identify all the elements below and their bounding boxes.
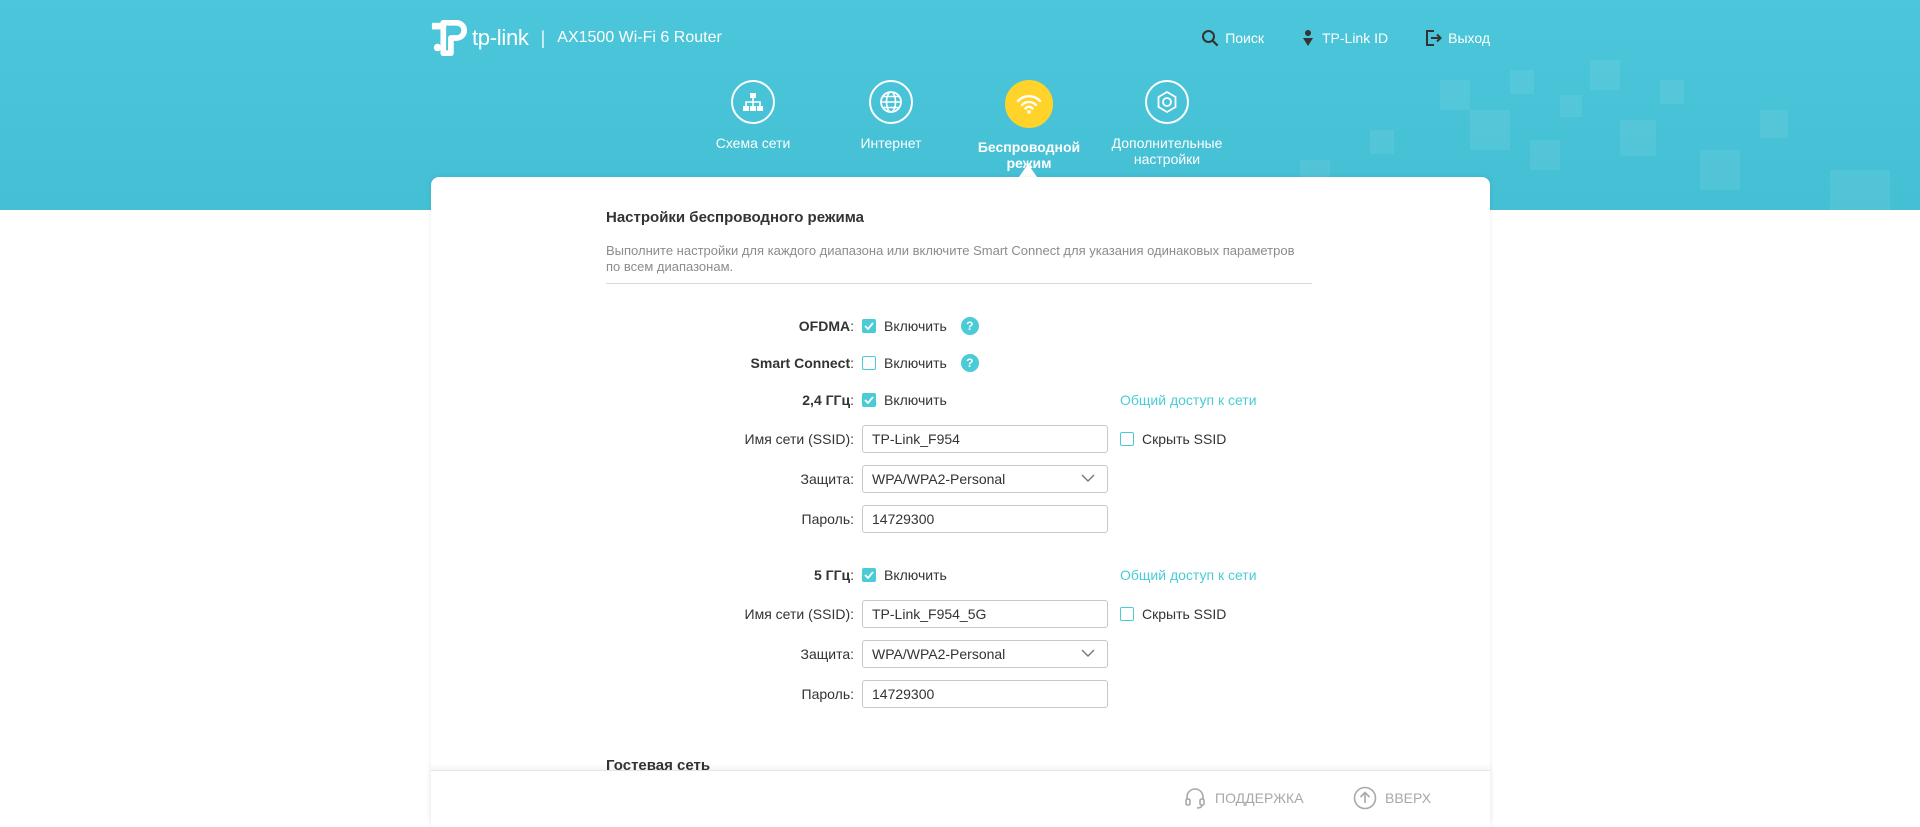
band24-security-value: WPA/WPA2-Personal bbox=[872, 471, 1006, 487]
band5-security-select[interactable]: WPA/WPA2-Personal bbox=[862, 640, 1108, 668]
nav-advanced[interactable]: Дополнительные настройки bbox=[1097, 80, 1237, 167]
section-divider bbox=[606, 283, 1312, 284]
smart-connect-help-icon[interactable]: ? bbox=[960, 354, 979, 372]
section-description: Выполните настройки для каждого диапазон… bbox=[606, 243, 1295, 274]
logo-text: tp-link bbox=[472, 25, 529, 50]
check-icon bbox=[864, 571, 874, 579]
top-actions: Поиск TP-Link ID Выход bbox=[1201, 18, 1490, 58]
chevron-down-icon bbox=[1081, 474, 1095, 482]
band24-label: 2,4 ГГц: bbox=[802, 392, 854, 408]
headset-icon bbox=[1185, 787, 1205, 809]
band24-row: 2,4 ГГц: Включить Общий доступ к сети bbox=[431, 385, 1490, 415]
band24-password-label: Пароль: bbox=[801, 511, 854, 527]
band5-row: 5 ГГц: Включить Общий доступ к сети bbox=[431, 560, 1490, 590]
band5-hide-ssid-checkbox[interactable] bbox=[1120, 607, 1134, 621]
band24-ssid-input[interactable]: TP-Link_F954 bbox=[862, 425, 1108, 453]
nav-label-network-map: Схема сети bbox=[715, 135, 791, 151]
smart-connect-checkbox-label: Включить bbox=[884, 355, 947, 371]
wifi-icon bbox=[1005, 80, 1053, 128]
band5-ssid-input[interactable]: TP-Link_F954_5G bbox=[862, 600, 1108, 628]
ofdma-help-icon[interactable]: ? bbox=[960, 317, 979, 335]
band24-password-row: Пароль: 14729300 bbox=[431, 504, 1490, 534]
search-label: Поиск bbox=[1225, 30, 1264, 46]
active-nav-pointer bbox=[1019, 164, 1037, 177]
nav-label-internet: Интернет bbox=[860, 135, 922, 151]
logo-separator: | bbox=[540, 27, 546, 48]
band5-checkbox[interactable] bbox=[862, 568, 876, 582]
band24-ssid-label: Имя сети (SSID): bbox=[744, 431, 855, 447]
logout-button[interactable]: Выход bbox=[1424, 29, 1490, 47]
back-to-top-button[interactable]: ВВЕРХ bbox=[1353, 771, 1431, 824]
band24-checkbox[interactable] bbox=[862, 393, 876, 407]
nav-internet[interactable]: Интернет bbox=[821, 80, 961, 151]
band5-security-label: Защита: bbox=[800, 646, 854, 662]
ofdma-label: OFDMA: bbox=[798, 318, 854, 334]
search-icon bbox=[1202, 30, 1219, 47]
band24-ssid-row: Имя сети (SSID): TP-Link_F954 Скрыть SSI… bbox=[431, 424, 1490, 454]
top-bar: tp-link | AX1500 Wi-Fi 6 Router Поиск TP… bbox=[430, 18, 1490, 58]
ofdma-checkbox[interactable] bbox=[862, 319, 876, 333]
band5-label: 5 ГГц: bbox=[813, 567, 854, 583]
arrow-up-circle-icon bbox=[1353, 786, 1377, 809]
band24-security-row: Защита: WPA/WPA2-Personal bbox=[431, 464, 1490, 494]
smart-connect-checkbox[interactable] bbox=[862, 356, 876, 370]
model-name: AX1500 Wi-Fi 6 Router bbox=[557, 29, 722, 46]
tp-link-logo-icon bbox=[431, 19, 467, 57]
ofdma-checkbox-label: Включить bbox=[884, 318, 947, 334]
band5-security-row: Защита: WPA/WPA2-Personal bbox=[431, 639, 1490, 669]
logout-icon bbox=[1426, 30, 1443, 46]
smart-connect-row: Smart Connect: Включить ? bbox=[431, 348, 1490, 378]
user-id-icon bbox=[1302, 30, 1313, 46]
band24-security-select[interactable]: WPA/WPA2-Personal bbox=[862, 465, 1108, 493]
tp-link-id-label: TP-Link ID bbox=[1321, 30, 1389, 46]
search-button[interactable]: Поиск bbox=[1201, 29, 1264, 47]
back-to-top-label: ВВЕРХ bbox=[1385, 789, 1432, 806]
band5-security-value: WPA/WPA2-Personal bbox=[872, 646, 1006, 662]
tp-link-id-button[interactable]: TP-Link ID bbox=[1300, 29, 1388, 47]
band24-hide-ssid-label: Скрыть SSID bbox=[1142, 431, 1227, 447]
smart-connect-label: Smart Connect: bbox=[750, 355, 854, 371]
check-icon bbox=[864, 322, 874, 330]
band24-share-link[interactable]: Общий доступ к сети bbox=[1120, 385, 1257, 415]
logout-label: Выход bbox=[1448, 30, 1490, 46]
chevron-down-icon bbox=[1081, 649, 1095, 657]
settings-card: Настройки беспроводного режима Выполните… bbox=[431, 177, 1490, 827]
band24-checkbox-label: Включить bbox=[884, 392, 947, 408]
support-label: ПОДДЕРЖКА bbox=[1215, 789, 1304, 806]
band5-hide-ssid-label: Скрыть SSID bbox=[1142, 606, 1227, 622]
band5-share-link[interactable]: Общий доступ к сети bbox=[1120, 560, 1257, 590]
gear-icon bbox=[1145, 80, 1189, 124]
globe-icon bbox=[869, 80, 913, 124]
band5-password-input[interactable]: 14729300 bbox=[862, 680, 1108, 708]
band5-ssid-label: Имя сети (SSID): bbox=[744, 606, 855, 622]
nav-label-advanced: Дополнительные настройки bbox=[1111, 135, 1223, 167]
logo: tp-link | AX1500 Wi-Fi 6 Router bbox=[430, 18, 722, 58]
band24-password-input[interactable]: 14729300 bbox=[862, 505, 1108, 533]
check-icon bbox=[864, 396, 874, 404]
nav-network-map[interactable]: Схема сети bbox=[683, 80, 823, 151]
band5-checkbox-label: Включить bbox=[884, 567, 947, 583]
footer-bar: ПОДДЕРЖКА ВВЕРХ bbox=[431, 770, 1490, 824]
section-title: Настройки беспроводного режима bbox=[606, 209, 864, 226]
main-nav: Схема сети Интернет Беспроводной режим Д… bbox=[0, 80, 1920, 171]
ofdma-row: OFDMA: Включить ? bbox=[431, 311, 1490, 341]
band24-security-label: Защита: bbox=[800, 471, 854, 487]
network-map-icon bbox=[731, 80, 775, 124]
nav-wireless[interactable]: Беспроводной режим bbox=[959, 80, 1099, 171]
support-button[interactable]: ПОДДЕРЖКА bbox=[1183, 771, 1304, 824]
band5-password-label: Пароль: bbox=[801, 686, 854, 702]
band5-ssid-row: Имя сети (SSID): TP-Link_F954_5G Скрыть … bbox=[431, 599, 1490, 629]
band5-password-row: Пароль: 14729300 bbox=[431, 679, 1490, 709]
band24-hide-ssid-checkbox[interactable] bbox=[1120, 432, 1134, 446]
